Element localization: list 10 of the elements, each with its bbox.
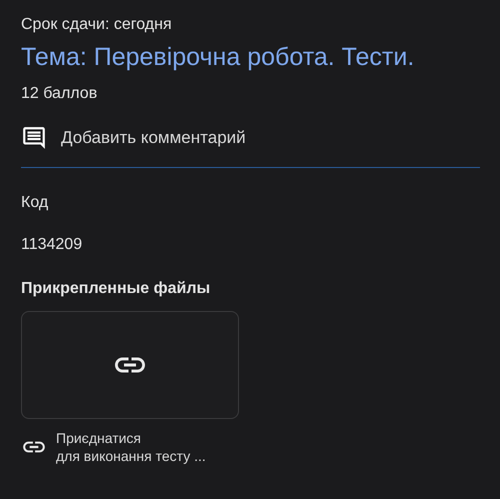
attachment-subtitle: для виконання тесту ... xyxy=(56,447,206,465)
assignment-title: Тема: Перевірочна робота. Тести. xyxy=(21,42,414,73)
attachment-title[interactable]: Приєднатися xyxy=(56,429,206,447)
field-value: 1134209 xyxy=(21,235,82,255)
comment-icon[interactable] xyxy=(21,125,47,151)
section-heading: Прикрепленные файлы xyxy=(21,279,210,299)
points: 12 баллов xyxy=(21,84,98,104)
field-label: Код xyxy=(21,193,48,213)
add-comment-link[interactable]: Добавить комментарий xyxy=(61,128,246,148)
due-date: Срок сдачи: сегодня xyxy=(21,15,172,35)
